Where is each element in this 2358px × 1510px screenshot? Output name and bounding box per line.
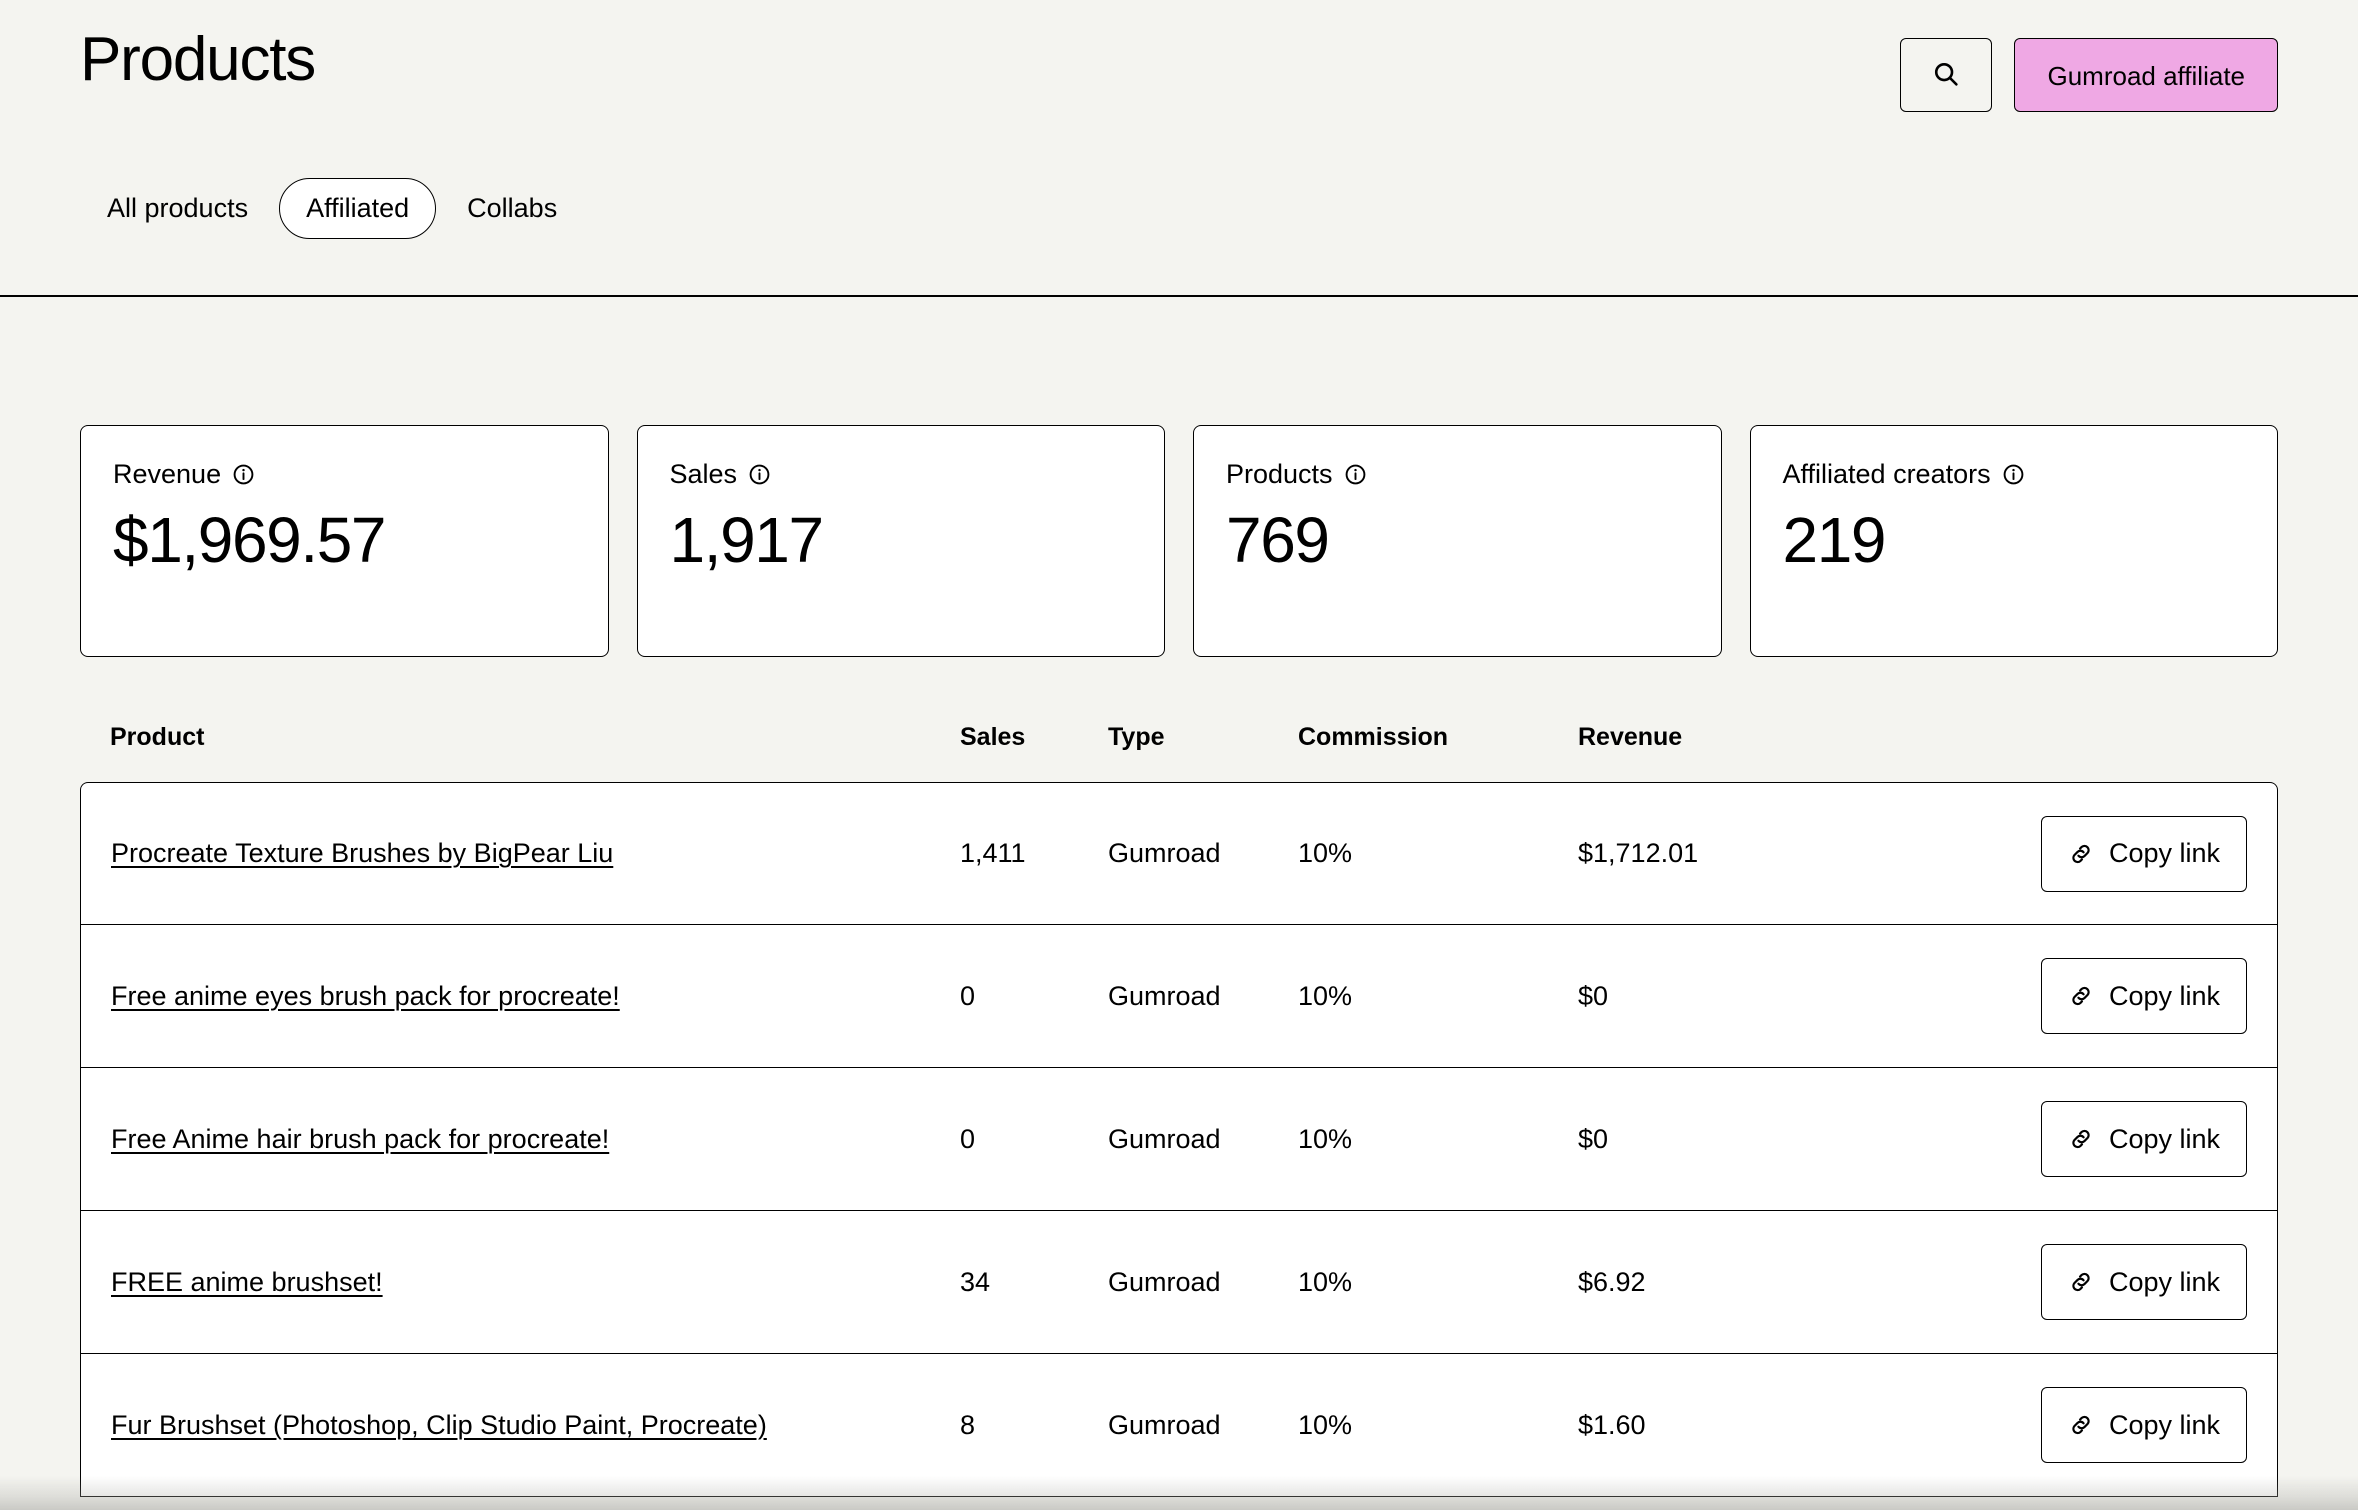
column-header-revenue[interactable]: Revenue bbox=[1578, 723, 1898, 782]
products-table: Product Sales Type Commission Revenue Pr… bbox=[80, 723, 2278, 1497]
table-row[interactable]: Fur Brushset (Photoshop, Clip Studio Pai… bbox=[80, 1354, 2278, 1497]
cell-commission: 10% bbox=[1298, 925, 1578, 1068]
column-header-type[interactable]: Type bbox=[1108, 723, 1298, 782]
info-icon[interactable] bbox=[1344, 463, 1367, 486]
cell-actions: Copy link bbox=[1898, 925, 2278, 1068]
info-icon[interactable] bbox=[748, 463, 771, 486]
link-icon bbox=[2068, 1126, 2094, 1152]
copy-link-button[interactable]: Copy link bbox=[2040, 958, 2247, 1034]
stat-label-text: Sales bbox=[669, 459, 738, 489]
cell-commission: 10% bbox=[1298, 1354, 1578, 1497]
header-top-row: Products Gumroad affiliate bbox=[80, 0, 2278, 112]
cell-product: Fur Brushset (Photoshop, Clip Studio Pai… bbox=[80, 1354, 960, 1497]
cell-sales: 0 bbox=[960, 925, 1108, 1068]
stat-label-text: Affiliated creators bbox=[1782, 459, 1991, 489]
tab-all-products[interactable]: All products bbox=[80, 178, 275, 239]
cell-sales: 8 bbox=[960, 1354, 1108, 1497]
product-link[interactable]: Procreate Texture Brushes by BigPear Liu bbox=[111, 838, 613, 868]
cell-revenue: $1.60 bbox=[1578, 1354, 1898, 1497]
product-link[interactable]: Fur Brushset (Photoshop, Clip Studio Pai… bbox=[111, 1410, 767, 1440]
copy-link-button[interactable]: Copy link bbox=[2040, 1244, 2247, 1320]
cell-type: Gumroad bbox=[1108, 925, 1298, 1068]
copy-link-button[interactable]: Copy link bbox=[2040, 1387, 2247, 1463]
cell-actions: Copy link bbox=[1898, 1354, 2278, 1497]
column-header-sales[interactable]: Sales bbox=[960, 723, 1108, 782]
cell-commission: 10% bbox=[1298, 1211, 1578, 1354]
cell-product: FREE anime brushset! bbox=[80, 1211, 960, 1354]
stat-label-revenue: Revenue bbox=[113, 459, 576, 490]
stat-label-sales: Sales bbox=[669, 459, 1133, 490]
cell-product: Free Anime hair brush pack for procreate… bbox=[80, 1068, 960, 1211]
copy-link-button[interactable]: Copy link bbox=[2040, 815, 2247, 892]
cell-type: Gumroad bbox=[1108, 1211, 1298, 1354]
copy-link-label: Copy link bbox=[2108, 838, 2220, 868]
cell-revenue: $0 bbox=[1578, 1068, 1898, 1211]
copy-link-button[interactable]: Copy link bbox=[2040, 1101, 2247, 1177]
cell-commission: 10% bbox=[1298, 782, 1578, 925]
cell-revenue: $6.92 bbox=[1578, 1211, 1898, 1354]
page-title: Products bbox=[80, 25, 316, 94]
cell-actions: Copy link bbox=[1898, 1211, 2278, 1354]
column-header-actions bbox=[1898, 723, 2278, 782]
copy-link-label: Copy link bbox=[2108, 1123, 2220, 1154]
product-link[interactable]: Free anime eyes brush pack for procreate… bbox=[111, 981, 620, 1011]
stat-value-revenue: $1,969.57 bbox=[113, 503, 387, 576]
table-row[interactable]: Free Anime hair brush pack for procreate… bbox=[80, 1068, 2278, 1211]
cell-type: Gumroad bbox=[1108, 782, 1298, 925]
stat-label-text: Revenue bbox=[113, 459, 222, 489]
stat-value-sales: 1,917 bbox=[669, 503, 825, 576]
stat-value-affiliated-creators: 219 bbox=[1782, 503, 1887, 576]
tab-bar: All products Affiliated Collabs bbox=[80, 178, 584, 239]
products-table-section: Product Sales Type Commission Revenue Pr… bbox=[80, 723, 2278, 1497]
cell-revenue: $1,712.01 bbox=[1578, 782, 1898, 925]
stat-label-text: Products bbox=[1226, 459, 1333, 489]
stat-card-sales: Sales 1,917 bbox=[636, 425, 1165, 657]
link-icon bbox=[2068, 1269, 2094, 1295]
stat-label-products: Products bbox=[1226, 459, 1689, 490]
stats-grid: Revenue $1,969.57 Sales 1,917 Products 7… bbox=[80, 425, 2278, 657]
cell-revenue: $0 bbox=[1578, 925, 1898, 1068]
table-row[interactable]: Procreate Texture Brushes by BigPear Liu… bbox=[80, 782, 2278, 925]
gumroad-affiliate-button[interactable]: Gumroad affiliate bbox=[2014, 38, 2278, 112]
link-icon bbox=[2068, 841, 2094, 867]
search-button[interactable] bbox=[1900, 38, 1993, 112]
tab-affiliated[interactable]: Affiliated bbox=[279, 178, 437, 239]
stat-card-products: Products 769 bbox=[1193, 425, 1722, 657]
header-actions: Gumroad affiliate bbox=[1900, 24, 2278, 112]
product-link[interactable]: Free Anime hair brush pack for procreate… bbox=[111, 1124, 609, 1154]
column-header-commission[interactable]: Commission bbox=[1298, 723, 1578, 782]
cell-sales: 1,411 bbox=[960, 782, 1108, 925]
cell-commission: 10% bbox=[1298, 1068, 1578, 1211]
copy-link-label: Copy link bbox=[2108, 1409, 2220, 1440]
info-icon[interactable] bbox=[232, 463, 255, 486]
table-body: Procreate Texture Brushes by BigPear Liu… bbox=[80, 782, 2278, 1497]
cell-sales: 0 bbox=[960, 1068, 1108, 1211]
stat-card-affiliated-creators: Affiliated creators 219 bbox=[1749, 425, 2278, 657]
stat-label-affiliated-creators: Affiliated creators bbox=[1782, 459, 2246, 490]
cell-actions: Copy link bbox=[1898, 1068, 2278, 1211]
table-header-row: Product Sales Type Commission Revenue bbox=[80, 723, 2278, 782]
search-icon bbox=[1931, 59, 1961, 92]
cell-product: Free anime eyes brush pack for procreate… bbox=[80, 925, 960, 1068]
table-row[interactable]: FREE anime brushset! 34 Gumroad 10% $6.9… bbox=[80, 1211, 2278, 1354]
copy-link-label: Copy link bbox=[2108, 980, 2220, 1011]
cell-actions: Copy link bbox=[1898, 782, 2278, 925]
link-icon bbox=[2068, 1412, 2094, 1438]
page-header: Products Gumroad affiliate All products … bbox=[0, 0, 2358, 297]
column-header-product[interactable]: Product bbox=[80, 723, 960, 782]
cell-type: Gumroad bbox=[1108, 1354, 1298, 1497]
tab-collabs[interactable]: Collabs bbox=[440, 178, 584, 239]
stat-value-products: 769 bbox=[1226, 503, 1330, 576]
link-icon bbox=[2068, 983, 2094, 1009]
cell-product: Procreate Texture Brushes by BigPear Liu bbox=[80, 782, 960, 925]
info-icon[interactable] bbox=[2002, 463, 2025, 486]
copy-link-label: Copy link bbox=[2108, 1266, 2220, 1297]
table-row[interactable]: Free anime eyes brush pack for procreate… bbox=[80, 925, 2278, 1068]
cell-sales: 34 bbox=[960, 1211, 1108, 1354]
product-link[interactable]: FREE anime brushset! bbox=[111, 1267, 383, 1297]
cell-type: Gumroad bbox=[1108, 1068, 1298, 1211]
main-content: Revenue $1,969.57 Sales 1,917 Products 7… bbox=[0, 425, 2358, 1497]
table-head: Product Sales Type Commission Revenue bbox=[80, 723, 2278, 782]
stat-card-revenue: Revenue $1,969.57 bbox=[80, 425, 609, 657]
